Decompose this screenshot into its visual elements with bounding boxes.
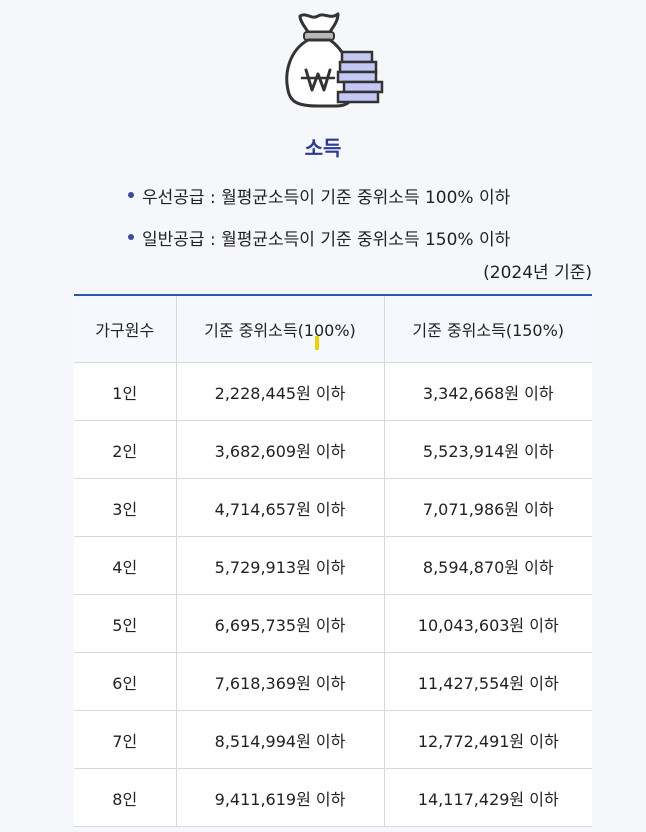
income-100-cell: 7,618,369원 이하 xyxy=(176,652,385,711)
income-150-cell: 14,117,429원 이하 xyxy=(384,768,592,827)
household-cell: 8인 xyxy=(74,768,177,827)
income-100-cell: 4,714,657원 이하 xyxy=(176,478,385,537)
income-150-cell: 5,523,914원 이하 xyxy=(384,420,592,479)
income-100-cell: 9,411,619원 이하 xyxy=(176,768,385,827)
income-150-cell: 10,043,603원 이하 xyxy=(384,594,592,653)
basis-year-note: (2024년 기준) xyxy=(483,263,592,283)
bullet-text-priority: 우선공급 : 월평균소득이 기준 중위소득 100% 이하 xyxy=(142,187,511,208)
list-item: 우선공급 : 월평균소득이 기준 중위소득 100% 이하 xyxy=(128,180,588,210)
household-cell: 4인 xyxy=(74,536,177,595)
table-row: 7인 8,514,994원 이하 12,772,491원 이하 xyxy=(74,710,592,769)
table-row: 2인 3,682,609원 이하 5,523,914원 이하 xyxy=(74,420,592,479)
household-cell: 1인 xyxy=(74,362,177,421)
income-150-cell: 7,071,986원 이하 xyxy=(384,478,592,537)
header-household: 가구원수 xyxy=(74,295,177,363)
household-cell: 7인 xyxy=(74,710,177,769)
household-cell: 3인 xyxy=(74,478,177,537)
table-row: 1인 2,228,445원 이하 3,342,668원 이하 xyxy=(74,362,592,421)
income-150-cell: 8,594,870원 이하 xyxy=(384,536,592,595)
eligibility-list: 우선공급 : 월평균소득이 기준 중위소득 100% 이하 일반공급 : 월평균… xyxy=(128,180,588,264)
income-100-cell: 2,228,445원 이하 xyxy=(176,362,385,421)
household-cell: 6인 xyxy=(74,652,177,711)
money-bag-won-icon xyxy=(282,10,386,110)
income-100-cell: 8,514,994원 이하 xyxy=(176,710,385,769)
table-header-row: 가구원수 기준 중위소득(100%) 기준 중위소득(150%) xyxy=(74,295,592,363)
income-table: 가구원수 기준 중위소득(100%) 기준 중위소득(150%) 1인 2,22… xyxy=(74,294,592,827)
income-100-cell: 3,682,609원 이하 xyxy=(176,420,385,479)
income-100-cell: 5,729,913원 이하 xyxy=(176,536,385,595)
header-median-100: 기준 중위소득(100%) xyxy=(176,295,385,363)
bullet-icon xyxy=(128,192,134,198)
household-cell: 2인 xyxy=(74,420,177,479)
table-row: 8인 9,411,619원 이하 14,117,429원 이하 xyxy=(74,768,592,827)
income-100-cell: 6,695,735원 이하 xyxy=(176,594,385,653)
table-row: 3인 4,714,657원 이하 7,071,986원 이하 xyxy=(74,478,592,537)
bullet-icon xyxy=(128,234,134,240)
table-row: 6인 7,618,369원 이하 11,427,554원 이하 xyxy=(74,652,592,711)
table-row: 5인 6,695,735원 이하 10,043,603원 이하 xyxy=(74,594,592,653)
bullet-text-general: 일반공급 : 월평균소득이 기준 중위소득 150% 이하 xyxy=(142,229,511,250)
income-150-cell: 3,342,668원 이하 xyxy=(384,362,592,421)
text-cursor-marker xyxy=(315,336,319,350)
income-150-cell: 12,772,491원 이하 xyxy=(384,710,592,769)
header-median-150: 기준 중위소득(150%) xyxy=(384,295,592,363)
income-150-cell: 11,427,554원 이하 xyxy=(384,652,592,711)
household-cell: 5인 xyxy=(74,594,177,653)
section-title: 소득 xyxy=(304,136,342,160)
list-item: 일반공급 : 월평균소득이 기준 중위소득 150% 이하 xyxy=(128,222,588,252)
table-row: 4인 5,729,913원 이하 8,594,870원 이하 xyxy=(74,536,592,595)
